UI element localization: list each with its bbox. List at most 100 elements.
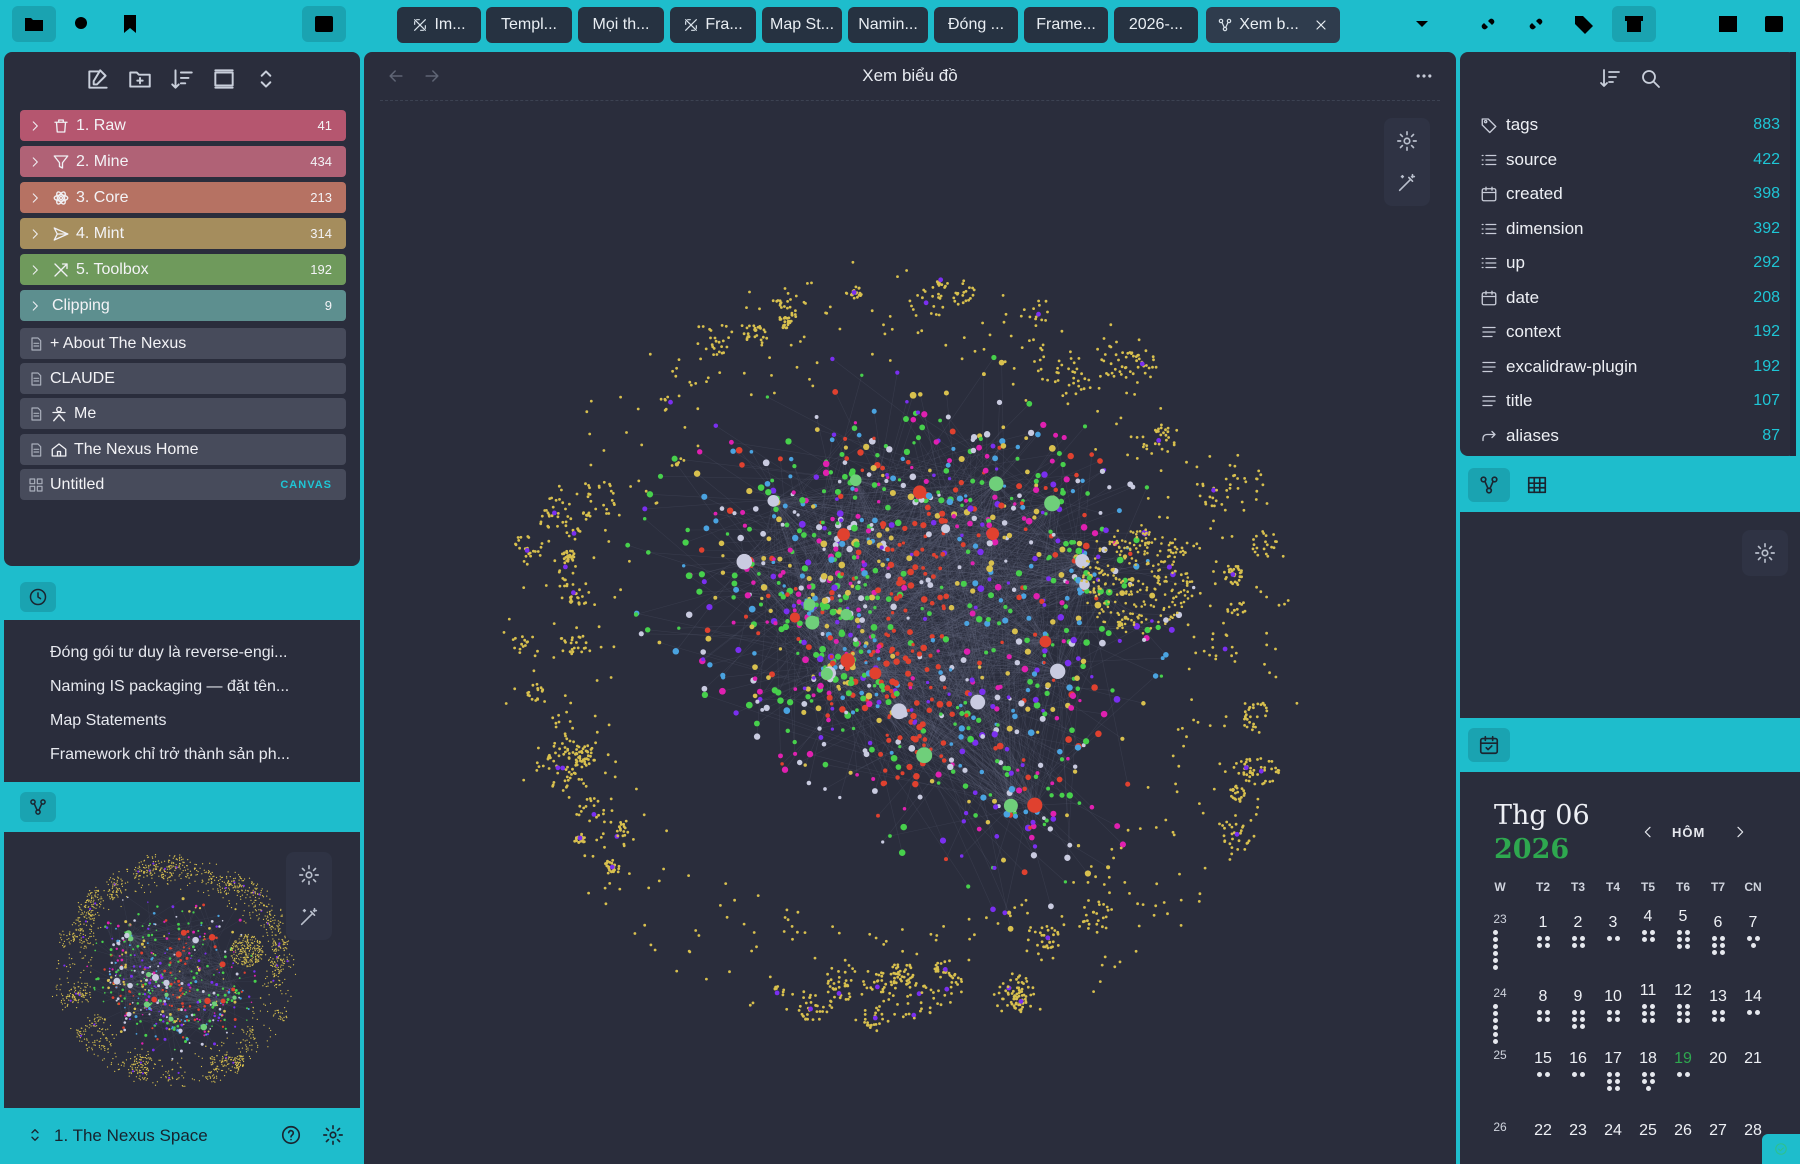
graph-node <box>139 1061 142 1064</box>
graph-node <box>1047 826 1053 832</box>
tab-7[interactable]: Frame... <box>1024 7 1108 43</box>
expand-collapse-icon[interactable] <box>253 66 279 92</box>
new-folder-icon[interactable] <box>127 66 153 92</box>
folder-item[interactable]: Clipping 9 <box>20 290 346 321</box>
file-item[interactable]: The Nexus Home <box>20 434 346 465</box>
bookmark-icon[interactable] <box>118 12 142 36</box>
magic-wand-icon[interactable] <box>298 906 320 928</box>
vault-name[interactable]: 1. The Nexus Space <box>54 1126 208 1146</box>
file-item[interactable]: + About The Nexus <box>20 328 346 359</box>
folder-item[interactable]: 4. Mint 314 <box>20 218 346 249</box>
recent-file-item[interactable]: Đóng gói tư duy là reverse-engi... <box>50 644 288 662</box>
outgoing-links-icon[interactable] <box>1524 12 1548 36</box>
tab-4[interactable]: Map St... <box>762 7 842 43</box>
tab-1[interactable]: Templ... <box>486 7 572 43</box>
graph-node <box>220 1069 223 1072</box>
graph-node <box>788 321 792 325</box>
folder-item[interactable]: 2. Mine 434 <box>20 146 346 177</box>
files-icon[interactable] <box>12 6 56 42</box>
graph-node <box>212 1019 215 1022</box>
graph-node <box>256 1018 258 1021</box>
graph-node <box>1236 848 1240 851</box>
graph-node <box>108 970 111 973</box>
clock-icon[interactable] <box>20 582 56 612</box>
more-options-icon[interactable] <box>1414 66 1434 86</box>
graph-node <box>86 992 88 994</box>
graph-icon[interactable] <box>20 792 56 822</box>
tags-icon[interactable] <box>1572 12 1596 36</box>
graph-node <box>250 1031 252 1033</box>
file-item[interactable]: CLAUDE <box>20 363 346 394</box>
graph-node <box>725 345 729 349</box>
graph-canvas[interactable] <box>364 102 1456 1164</box>
graph-node <box>233 985 236 988</box>
recent-file-item[interactable]: Naming IS packaging — đặt tên... <box>50 678 289 696</box>
graph-node <box>748 605 756 613</box>
folder-item[interactable]: 5. Toolbox 192 <box>20 254 346 285</box>
tab-2[interactable]: Mọi th... <box>578 7 664 43</box>
graph-node <box>140 951 144 955</box>
recent-file-item[interactable]: Map Statements <box>50 712 167 730</box>
outline-icon[interactable] <box>1668 12 1692 36</box>
tab-8[interactable]: 2026-... <box>1114 7 1198 43</box>
backlinks-icon[interactable] <box>1476 12 1500 36</box>
graph-node <box>88 909 91 912</box>
new-note-icon[interactable] <box>85 66 111 92</box>
recent-file-item[interactable]: Framework chỉ trở thành sản ph... <box>50 746 290 764</box>
settings-icon[interactable] <box>298 864 320 886</box>
file-item[interactable]: Untitled CANVAS <box>20 469 346 500</box>
graph-node <box>725 532 730 536</box>
folder-item[interactable]: 1. Raw 41 <box>20 110 346 141</box>
sort-icon[interactable] <box>169 66 195 92</box>
graph-node <box>953 722 957 726</box>
graph-node <box>947 971 951 975</box>
graph-node <box>151 1059 153 1061</box>
graph-node <box>170 880 172 882</box>
settings-icon[interactable] <box>322 1124 344 1146</box>
tab-list-chevron-icon[interactable] <box>1410 12 1434 36</box>
close-icon[interactable] <box>1313 17 1329 33</box>
graph-node <box>163 1037 167 1041</box>
graph-node <box>252 1010 254 1013</box>
vault-switcher[interactable]: 1. The Nexus Space <box>4 1108 360 1164</box>
tab-3[interactable]: Fra... <box>670 7 756 43</box>
collapse-view-icon[interactable] <box>211 66 237 92</box>
graph-node <box>281 993 283 995</box>
graph-node <box>242 960 244 963</box>
graph-node <box>142 1064 144 1067</box>
file-item[interactable]: Me <box>20 398 346 429</box>
graph-node <box>59 933 61 935</box>
graph-node <box>786 699 794 706</box>
search-icon[interactable] <box>70 12 94 36</box>
graph-node <box>865 692 873 700</box>
updown-chevron-icon[interactable] <box>26 1126 44 1144</box>
archive-icon[interactable] <box>1612 6 1656 42</box>
graph-node <box>740 510 746 515</box>
tab-5[interactable]: Namin... <box>848 7 928 43</box>
graph-node <box>149 891 152 893</box>
graph-node <box>1063 627 1070 633</box>
tab-6[interactable]: Đóng ... <box>934 7 1018 43</box>
graph-node <box>92 901 94 903</box>
graph-node <box>1044 319 1047 322</box>
sidebar-toggle-icon[interactable] <box>302 6 346 42</box>
graph-node <box>284 935 286 937</box>
graph-node <box>220 1061 223 1064</box>
graph-node <box>77 919 79 922</box>
graph-node <box>981 372 986 377</box>
local-graph-view[interactable] <box>4 832 360 1108</box>
help-icon[interactable] <box>280 1124 302 1146</box>
right-sidebar-toggle-icon[interactable] <box>1762 12 1786 36</box>
new-tab-icon[interactable] <box>1362 12 1386 36</box>
graph-node <box>165 1077 167 1079</box>
graph-node <box>234 1071 236 1073</box>
table-icon[interactable] <box>1716 12 1740 36</box>
tab-9[interactable]: Xem b... <box>1206 7 1340 43</box>
graph-node <box>577 756 580 759</box>
graph-node <box>843 958 847 962</box>
graph-node <box>259 957 261 959</box>
tab-0[interactable]: Im... <box>397 7 481 43</box>
folder-item[interactable]: 3. Core 213 <box>20 182 346 213</box>
graph-node <box>187 936 190 939</box>
graph-node <box>547 767 551 770</box>
